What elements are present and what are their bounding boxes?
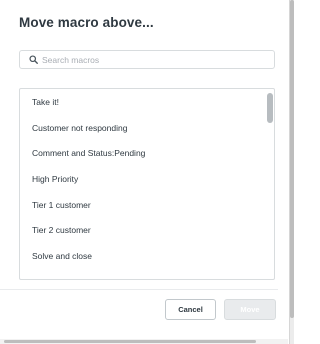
footer-divider [0, 289, 278, 290]
macro-list-item[interactable]: Customer not responding [20, 269, 264, 279]
window-horizontal-scrollbar[interactable] [0, 339, 288, 344]
search-field[interactable] [19, 50, 275, 69]
window-vertical-scrollbar[interactable] [289, 0, 294, 344]
macro-list-item[interactable]: Tier 1 customer [20, 192, 264, 218]
dialog-title: Move macro above... [19, 15, 154, 30]
macro-list-item[interactable]: Comment and Status:Pending [20, 140, 264, 166]
macro-list[interactable]: Take it! Customer not responding Comment a… [19, 88, 275, 280]
search-icon [25, 51, 41, 68]
search-input[interactable] [42, 54, 262, 65]
macro-list-item[interactable]: High Priority [20, 166, 264, 192]
move-button[interactable]: Move [224, 299, 276, 320]
macro-list-item[interactable]: Customer not responding [20, 115, 264, 141]
cancel-button[interactable]: Cancel [165, 299, 216, 320]
list-scrollbar[interactable] [267, 93, 273, 123]
window-horizontal-scrollbar-thumb[interactable] [4, 340, 256, 343]
macro-list-item[interactable]: Take it! [20, 89, 264, 115]
macro-list-item[interactable]: Tier 2 customer [20, 217, 264, 243]
macro-list-item[interactable]: Solve and close [20, 243, 264, 269]
window-vertical-scrollbar-thumb[interactable] [290, 0, 294, 318]
macro-list-items: Take it! Customer not responding Comment a… [20, 89, 264, 279]
move-macro-dialog: Move macro above... Take it!Customer not… [0, 0, 278, 344]
